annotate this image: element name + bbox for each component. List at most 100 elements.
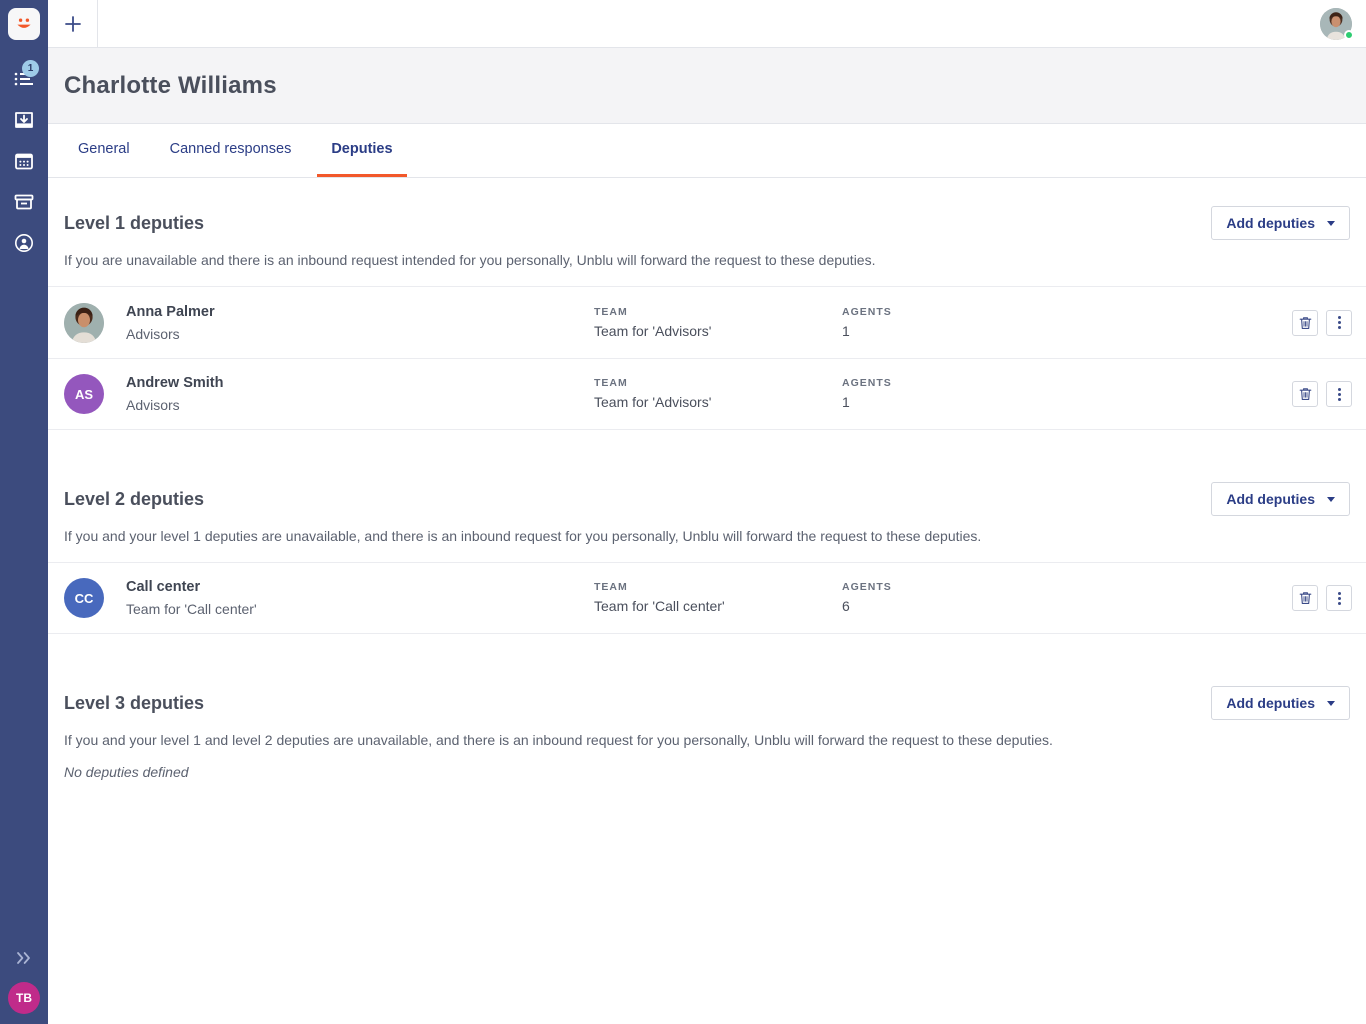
add-deputies-button-level-3[interactable]: Add deputies bbox=[1211, 686, 1350, 720]
section-title: Level 1 deputies bbox=[64, 213, 204, 234]
add-deputies-label: Add deputies bbox=[1226, 491, 1315, 507]
top-tab-strip bbox=[98, 0, 1306, 47]
sidebar-nav: 1 bbox=[0, 58, 48, 263]
unblu-smiley-logo bbox=[8, 8, 40, 40]
section-title: Level 3 deputies bbox=[64, 693, 204, 714]
team-column: TEAM Team for 'Call center' bbox=[594, 580, 842, 616]
team-label: TEAM bbox=[594, 580, 842, 594]
avatar-initials: CC bbox=[75, 591, 94, 606]
agents-label: AGENTS bbox=[842, 376, 1292, 390]
deputy-subtitle: Advisors bbox=[126, 395, 594, 415]
main-column: Charlotte Williams General Canned respon… bbox=[48, 0, 1366, 1024]
avatar: CC bbox=[64, 578, 104, 618]
page-title: Charlotte Williams bbox=[64, 72, 277, 100]
section-level-2: Level 2 deputies Add deputies If you and… bbox=[48, 454, 1366, 634]
more-vertical-icon bbox=[1338, 592, 1341, 605]
calendar-icon bbox=[13, 150, 35, 172]
table-row[interactable]: AS Andrew Smith Advisors TEAM Team for '… bbox=[48, 358, 1366, 430]
row-menu-button[interactable] bbox=[1326, 381, 1352, 407]
delete-deputy-button[interactable] bbox=[1292, 585, 1318, 611]
deputy-identity: Andrew Smith Advisors bbox=[104, 373, 594, 415]
inbox-download-icon bbox=[13, 109, 35, 131]
deputies-list-level-2: CC Call center Team for 'Call center' TE… bbox=[48, 562, 1366, 634]
sidebar-item-inbox[interactable] bbox=[0, 99, 48, 140]
table-row[interactable]: Anna Palmer Advisors TEAM Team for 'Advi… bbox=[48, 286, 1366, 358]
agents-value: 1 bbox=[842, 392, 1292, 412]
sidebar-expand-button[interactable] bbox=[0, 940, 48, 976]
empty-state-message: No deputies defined bbox=[48, 750, 1366, 780]
sidebar-user-avatar[interactable]: TB bbox=[8, 982, 40, 1014]
archive-box-icon bbox=[13, 191, 35, 213]
queue-badge: 1 bbox=[22, 60, 39, 77]
user-avatar-photo bbox=[64, 303, 104, 343]
team-label: TEAM bbox=[594, 376, 842, 390]
sidebar-footer: TB bbox=[0, 940, 48, 1024]
add-deputies-button-level-2[interactable]: Add deputies bbox=[1211, 482, 1350, 516]
trash-icon bbox=[1299, 316, 1312, 330]
table-row[interactable]: CC Call center Team for 'Call center' TE… bbox=[48, 562, 1366, 634]
deputy-name: Call center bbox=[126, 577, 594, 597]
chevron-down-icon bbox=[1327, 701, 1335, 706]
section-description: If you are unavailable and there is an i… bbox=[48, 244, 1366, 270]
team-value: Team for 'Advisors' bbox=[594, 321, 842, 341]
more-vertical-icon bbox=[1338, 388, 1341, 401]
team-value: Team for 'Call center' bbox=[594, 596, 842, 616]
section-header: Level 1 deputies Add deputies bbox=[48, 202, 1366, 244]
agents-column: AGENTS 1 bbox=[842, 305, 1292, 341]
section-divider bbox=[48, 430, 1366, 454]
team-column: TEAM Team for 'Advisors' bbox=[594, 376, 842, 412]
more-vertical-icon bbox=[1338, 316, 1341, 329]
delete-deputy-button[interactable] bbox=[1292, 381, 1318, 407]
row-actions bbox=[1292, 310, 1352, 336]
agents-label: AGENTS bbox=[842, 580, 1292, 594]
account-menu[interactable] bbox=[1306, 0, 1366, 47]
section-description: If you and your level 1 deputies are una… bbox=[48, 520, 1366, 546]
sidebar-item-queue[interactable]: 1 bbox=[0, 58, 48, 99]
deputy-subtitle: Team for 'Call center' bbox=[126, 599, 594, 619]
chevron-down-icon bbox=[1327, 497, 1335, 502]
deputy-identity: Anna Palmer Advisors bbox=[104, 302, 594, 344]
delete-deputy-button[interactable] bbox=[1292, 310, 1318, 336]
section-tabs: General Canned responses Deputies bbox=[48, 124, 1366, 178]
top-tab-bar bbox=[48, 0, 1366, 48]
deputy-subtitle: Advisors bbox=[126, 324, 594, 344]
avatar-initials: AS bbox=[75, 387, 93, 402]
tab-general[interactable]: General bbox=[64, 124, 144, 177]
app-root: 1 bbox=[0, 0, 1366, 1024]
add-deputies-button-level-1[interactable]: Add deputies bbox=[1211, 206, 1350, 240]
section-level-3: Level 3 deputies Add deputies If you and… bbox=[48, 658, 1366, 780]
team-value: Team for 'Advisors' bbox=[594, 392, 842, 412]
row-menu-button[interactable] bbox=[1326, 585, 1352, 611]
agent-headset-icon bbox=[13, 232, 35, 254]
sidebar-item-agents[interactable] bbox=[0, 222, 48, 263]
chevron-down-icon bbox=[1327, 221, 1335, 226]
deputy-identity: Call center Team for 'Call center' bbox=[104, 577, 594, 619]
agents-column: AGENTS 6 bbox=[842, 580, 1292, 616]
avatar bbox=[64, 303, 104, 343]
deputy-name: Andrew Smith bbox=[126, 373, 594, 393]
add-deputies-label: Add deputies bbox=[1226, 695, 1315, 711]
section-header: Level 2 deputies Add deputies bbox=[48, 478, 1366, 520]
section-divider bbox=[48, 634, 1366, 658]
section-title: Level 2 deputies bbox=[64, 489, 204, 510]
section-header: Level 3 deputies Add deputies bbox=[48, 682, 1366, 724]
deputy-name: Anna Palmer bbox=[126, 302, 594, 322]
row-menu-button[interactable] bbox=[1326, 310, 1352, 336]
smiley-icon bbox=[14, 14, 34, 34]
agents-value: 6 bbox=[842, 596, 1292, 616]
status-badge-online bbox=[1344, 30, 1354, 40]
sidebar-item-archive[interactable] bbox=[0, 181, 48, 222]
page-header: Charlotte Williams bbox=[48, 48, 1366, 124]
sidebar-item-calendar[interactable] bbox=[0, 140, 48, 181]
trash-icon bbox=[1299, 591, 1312, 605]
left-sidebar: 1 bbox=[0, 0, 48, 1024]
tab-canned-responses[interactable]: Canned responses bbox=[156, 124, 306, 177]
row-actions bbox=[1292, 585, 1352, 611]
deputies-content: Level 1 deputies Add deputies If you are… bbox=[48, 178, 1366, 1024]
add-deputies-label: Add deputies bbox=[1226, 215, 1315, 231]
app-logo[interactable] bbox=[0, 0, 48, 48]
new-tab-button[interactable] bbox=[48, 0, 98, 47]
row-actions bbox=[1292, 381, 1352, 407]
tab-deputies[interactable]: Deputies bbox=[317, 124, 406, 177]
agents-column: AGENTS 1 bbox=[842, 376, 1292, 412]
